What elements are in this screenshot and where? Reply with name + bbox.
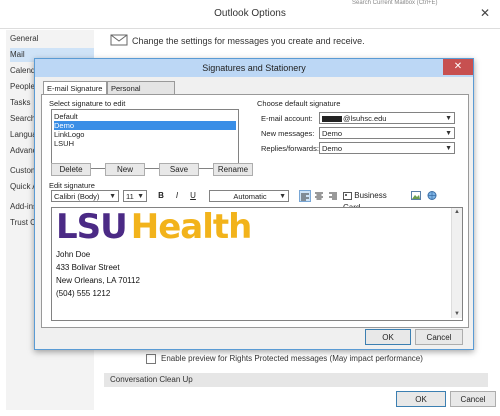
replies-value: Demo	[322, 144, 343, 153]
align-right-icon[interactable]	[327, 190, 339, 202]
new-messages-value: Demo	[322, 129, 343, 138]
search-mailbox-peek: Search Current Mailbox (Ctrl+E)	[352, 0, 438, 6]
email-account-label: E-mail account:	[261, 114, 313, 123]
edit-signature-label: Edit signature	[49, 181, 95, 190]
chevron-down-icon: ▼	[445, 130, 452, 137]
dialog-close-icon[interactable]: ✕	[443, 59, 473, 75]
rights-protected-option[interactable]: Enable preview for Rights Protected mess…	[146, 354, 423, 364]
outer-ok-button[interactable]: OK	[396, 391, 446, 407]
font-size-value: 11	[126, 192, 134, 201]
dialog-title: Signatures and Stationery	[202, 63, 306, 73]
close-icon[interactable]: ✕	[480, 6, 490, 20]
editor-scrollbar[interactable]: ▲ ▼	[451, 208, 462, 318]
signature-item-lsuh[interactable]: LSUH	[54, 139, 236, 148]
font-value: Calibri (Body)	[54, 192, 100, 201]
font-size-select[interactable]: 11 ▼	[123, 190, 147, 202]
tab-personal-stationery[interactable]: Personal Stationery	[107, 81, 175, 106]
format-toolbar: Calibri (Body) ▼ 11 ▼ B I U Automatic ▼ …	[51, 190, 461, 212]
logo-lsu-text: LSU	[56, 207, 128, 247]
signature-name: John Doe	[56, 250, 91, 259]
choose-default-label: Choose default signature	[257, 99, 341, 108]
font-color-select[interactable]: Automatic ▼	[209, 190, 289, 202]
signature-list[interactable]: Default Demo LinkLogo LSUH	[51, 109, 239, 169]
replies-select[interactable]: Demo ▼	[319, 142, 455, 154]
rename-button[interactable]: Rename	[213, 163, 253, 176]
dialog-titlebar: Signatures and Stationery ✕	[35, 59, 473, 77]
lsu-health-logo: LSU Health	[56, 207, 253, 247]
font-select[interactable]: Calibri (Body) ▼	[51, 190, 119, 202]
save-button[interactable]: Save	[159, 163, 199, 176]
rights-protected-checkbox[interactable]	[146, 354, 156, 364]
delete-button[interactable]: Delete	[51, 163, 91, 176]
new-messages-label: New messages:	[261, 129, 315, 138]
conversation-cleanup-section: Conversation Clean Up	[104, 373, 488, 387]
email-account-value: @lsuhsc.edu	[343, 114, 387, 123]
signature-editor[interactable]: LSU Health John Doe 433 Bolivar Street Ne…	[51, 207, 463, 321]
signature-city: New Orleans, LA 70112	[56, 276, 140, 285]
outer-cancel-button[interactable]: Cancel	[450, 391, 496, 407]
window-title: Outlook Options	[214, 8, 286, 19]
italic-button[interactable]: I	[171, 190, 183, 202]
insert-picture-icon[interactable]	[409, 190, 423, 202]
dialog-ok-button[interactable]: OK	[365, 329, 411, 345]
new-messages-select[interactable]: Demo ▼	[319, 127, 455, 139]
chevron-down-icon: ▼	[137, 193, 144, 200]
insert-hyperlink-icon[interactable]	[425, 190, 439, 202]
new-button[interactable]: New	[105, 163, 145, 176]
select-signature-label: Select signature to edit	[49, 99, 126, 108]
scroll-down-icon[interactable]: ▼	[452, 311, 462, 317]
chevron-down-icon: ▼	[109, 193, 116, 200]
business-card-button[interactable]: Business Card	[343, 190, 405, 212]
rights-protected-label: Enable preview for Rights Protected mess…	[161, 354, 423, 364]
email-account-select[interactable]: @lsuhsc.edu ▼	[319, 112, 455, 124]
signature-item-demo[interactable]: Demo	[54, 121, 236, 130]
mail-options-description: Change the settings for messages you cre…	[132, 36, 365, 46]
dialog-cancel-button[interactable]: Cancel	[415, 329, 463, 345]
scroll-up-icon[interactable]: ▲	[452, 209, 462, 215]
nav-general[interactable]: General	[10, 32, 94, 46]
signature-phone: (504) 555 1212	[56, 289, 111, 298]
font-color-value: Automatic	[233, 192, 267, 201]
envelope-icon	[110, 34, 128, 46]
signature-item-linklogo[interactable]: LinkLogo	[54, 130, 236, 139]
align-left-icon[interactable]	[299, 190, 311, 202]
chevron-down-icon: ▼	[445, 115, 452, 122]
chevron-down-icon: ▼	[279, 193, 286, 200]
logo-health-text: Health	[130, 207, 253, 247]
underline-button[interactable]: U	[187, 190, 199, 202]
signatures-dialog: Signatures and Stationery ✕ E-mail Signa…	[34, 58, 474, 350]
mail-options-header: Change the settings for messages you cre…	[110, 34, 365, 46]
signature-item-default[interactable]: Default	[54, 112, 236, 121]
replies-label: Replies/forwards:	[261, 144, 319, 153]
redacted-account-mark	[322, 116, 342, 123]
align-center-icon[interactable]	[313, 190, 325, 202]
chevron-down-icon: ▼	[445, 145, 452, 152]
business-card-icon	[343, 191, 352, 200]
signature-street: 433 Bolivar Street	[56, 263, 120, 272]
bold-button[interactable]: B	[155, 190, 167, 202]
tab-email-signature[interactable]: E-mail Signature	[43, 81, 107, 95]
